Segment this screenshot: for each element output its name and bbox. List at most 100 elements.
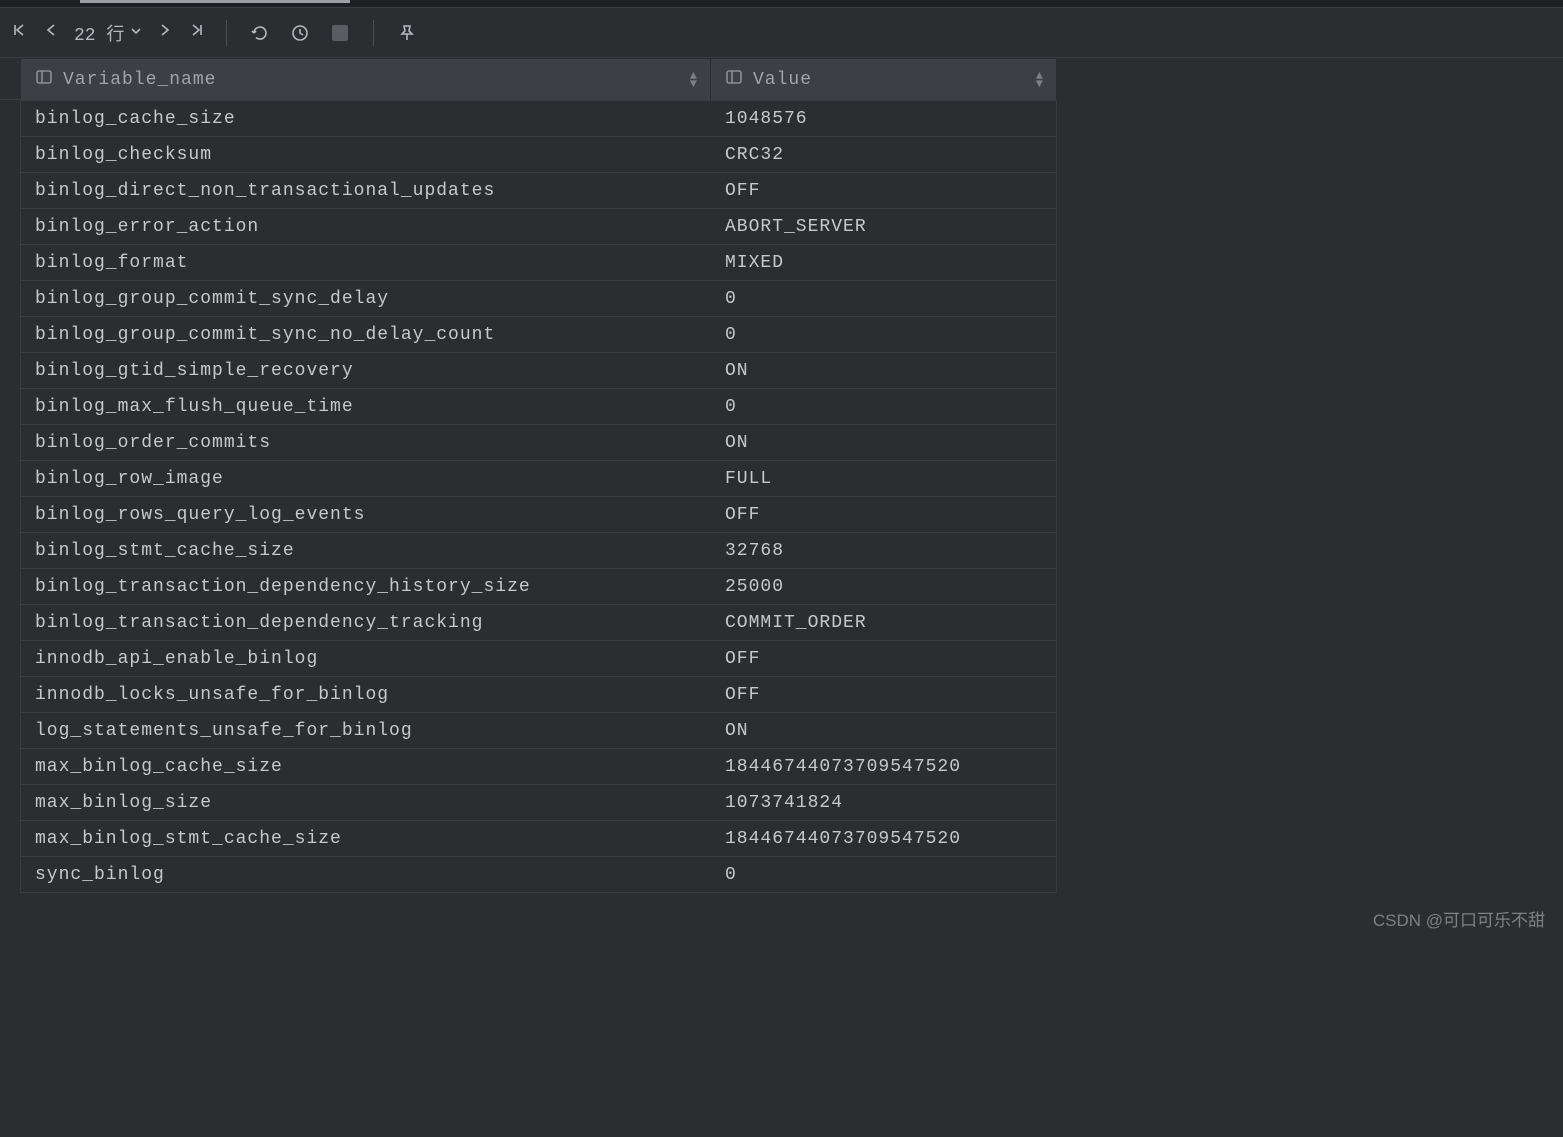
cell-value[interactable]: 0 bbox=[711, 281, 1057, 317]
row-number bbox=[0, 136, 20, 172]
cell-value[interactable]: CRC32 bbox=[711, 137, 1057, 173]
table-row[interactable]: max_binlog_cache_size1844674407370954752… bbox=[21, 749, 1057, 785]
cell-variable-name[interactable]: binlog_group_commit_sync_delay bbox=[21, 281, 711, 317]
cell-variable-name[interactable]: sync_binlog bbox=[21, 857, 711, 893]
cell-value[interactable]: FULL bbox=[711, 461, 1057, 497]
cell-value[interactable]: COMMIT_ORDER bbox=[711, 605, 1057, 641]
cell-variable-name[interactable]: binlog_row_image bbox=[21, 461, 711, 497]
first-page-button[interactable] bbox=[10, 23, 28, 43]
table-row[interactable]: binlog_group_commit_sync_no_delay_count0 bbox=[21, 317, 1057, 353]
sort-indicator-icon: ▲▼ bbox=[1036, 72, 1044, 88]
table-row[interactable]: binlog_group_commit_sync_delay0 bbox=[21, 281, 1057, 317]
next-page-button[interactable] bbox=[156, 23, 174, 43]
cell-value[interactable]: 25000 bbox=[711, 569, 1057, 605]
results-table[interactable]: Variable_name ▲▼ Value ▲▼ binlog_cache_ bbox=[20, 58, 1057, 893]
row-number bbox=[0, 640, 20, 676]
table-row[interactable]: binlog_transaction_dependency_trackingCO… bbox=[21, 605, 1057, 641]
toolbar-separator bbox=[226, 20, 227, 46]
row-number bbox=[0, 496, 20, 532]
row-count-label: 22 行 bbox=[74, 20, 124, 46]
row-number bbox=[0, 532, 20, 568]
table-row[interactable]: binlog_rows_query_log_eventsOFF bbox=[21, 497, 1057, 533]
table-row[interactable]: innodb_api_enable_binlogOFF bbox=[21, 641, 1057, 677]
row-number bbox=[0, 316, 20, 352]
row-number bbox=[0, 172, 20, 208]
table-row[interactable]: binlog_formatMIXED bbox=[21, 245, 1057, 281]
table-row[interactable]: binlog_row_imageFULL bbox=[21, 461, 1057, 497]
table-row[interactable]: binlog_transaction_dependency_history_si… bbox=[21, 569, 1057, 605]
prev-page-button[interactable] bbox=[42, 23, 60, 43]
table-row[interactable]: max_binlog_size1073741824 bbox=[21, 785, 1057, 821]
cell-variable-name[interactable]: binlog_direct_non_transactional_updates bbox=[21, 173, 711, 209]
cell-variable-name[interactable]: max_binlog_stmt_cache_size bbox=[21, 821, 711, 857]
last-page-button[interactable] bbox=[188, 23, 206, 43]
row-number bbox=[0, 460, 20, 496]
cell-variable-name[interactable]: binlog_gtid_simple_recovery bbox=[21, 353, 711, 389]
cell-variable-name[interactable]: binlog_cache_size bbox=[21, 101, 711, 137]
table-row[interactable]: binlog_error_actionABORT_SERVER bbox=[21, 209, 1057, 245]
cell-variable-name[interactable]: binlog_group_commit_sync_no_delay_count bbox=[21, 317, 711, 353]
results-grid: Variable_name ▲▼ Value ▲▼ binlog_cache_ bbox=[0, 58, 1563, 893]
cell-variable-name[interactable]: max_binlog_size bbox=[21, 785, 711, 821]
table-row[interactable]: binlog_stmt_cache_size32768 bbox=[21, 533, 1057, 569]
row-number bbox=[0, 676, 20, 712]
table-row[interactable]: binlog_direct_non_transactional_updatesO… bbox=[21, 173, 1057, 209]
stop-button[interactable] bbox=[327, 20, 353, 46]
table-row[interactable]: binlog_max_flush_queue_time0 bbox=[21, 389, 1057, 425]
cell-variable-name[interactable]: binlog_error_action bbox=[21, 209, 711, 245]
cell-value[interactable]: 18446744073709547520 bbox=[711, 749, 1057, 785]
row-number bbox=[0, 208, 20, 244]
cell-value[interactable]: ON bbox=[711, 713, 1057, 749]
cell-value[interactable]: 0 bbox=[711, 857, 1057, 893]
cell-variable-name[interactable]: binlog_rows_query_log_events bbox=[21, 497, 711, 533]
cell-variable-name[interactable]: innodb_api_enable_binlog bbox=[21, 641, 711, 677]
cell-variable-name[interactable]: log_statements_unsafe_for_binlog bbox=[21, 713, 711, 749]
cell-variable-name[interactable]: binlog_order_commits bbox=[21, 425, 711, 461]
cell-variable-name[interactable]: binlog_stmt_cache_size bbox=[21, 533, 711, 569]
table-row[interactable]: binlog_cache_size1048576 bbox=[21, 101, 1057, 137]
cell-variable-name[interactable]: binlog_format bbox=[21, 245, 711, 281]
cell-variable-name[interactable]: binlog_checksum bbox=[21, 137, 711, 173]
cell-value[interactable]: MIXED bbox=[711, 245, 1057, 281]
pin-button[interactable] bbox=[394, 20, 420, 46]
history-button[interactable] bbox=[287, 20, 313, 46]
row-number bbox=[0, 100, 20, 136]
active-tab-indicator bbox=[80, 0, 350, 3]
table-row[interactable]: sync_binlog0 bbox=[21, 857, 1057, 893]
table-row[interactable]: max_binlog_stmt_cache_size18446744073709… bbox=[21, 821, 1057, 857]
cell-value[interactable]: ON bbox=[711, 353, 1057, 389]
cell-variable-name[interactable]: innodb_locks_unsafe_for_binlog bbox=[21, 677, 711, 713]
row-number bbox=[0, 748, 20, 784]
cell-value[interactable]: OFF bbox=[711, 641, 1057, 677]
column-header-value[interactable]: Value ▲▼ bbox=[711, 59, 1057, 101]
table-row[interactable]: binlog_gtid_simple_recoveryON bbox=[21, 353, 1057, 389]
table-row[interactable]: log_statements_unsafe_for_binlogON bbox=[21, 713, 1057, 749]
row-number bbox=[0, 388, 20, 424]
cell-value[interactable]: OFF bbox=[711, 497, 1057, 533]
cell-value[interactable]: 0 bbox=[711, 317, 1057, 353]
cell-variable-name[interactable]: binlog_transaction_dependency_history_si… bbox=[21, 569, 711, 605]
row-count-dropdown[interactable]: 22 行 bbox=[74, 20, 142, 46]
cell-value[interactable]: OFF bbox=[711, 173, 1057, 209]
cell-value[interactable]: 1073741824 bbox=[711, 785, 1057, 821]
cell-value[interactable]: ON bbox=[711, 425, 1057, 461]
row-number-gutter bbox=[0, 58, 20, 893]
cell-variable-name[interactable]: max_binlog_cache_size bbox=[21, 749, 711, 785]
row-number bbox=[0, 244, 20, 280]
column-header-variable-name[interactable]: Variable_name ▲▼ bbox=[21, 59, 711, 101]
cell-value[interactable]: OFF bbox=[711, 677, 1057, 713]
cell-value[interactable]: 18446744073709547520 bbox=[711, 821, 1057, 857]
cell-variable-name[interactable]: binlog_transaction_dependency_tracking bbox=[21, 605, 711, 641]
toolbar-separator bbox=[373, 20, 374, 46]
table-row[interactable]: innodb_locks_unsafe_for_binlogOFF bbox=[21, 677, 1057, 713]
refresh-button[interactable] bbox=[247, 20, 273, 46]
cell-value[interactable]: 0 bbox=[711, 389, 1057, 425]
cell-value[interactable]: 1048576 bbox=[711, 101, 1057, 137]
cell-value[interactable]: ABORT_SERVER bbox=[711, 209, 1057, 245]
table-row[interactable]: binlog_checksumCRC32 bbox=[21, 137, 1057, 173]
table-row[interactable]: binlog_order_commitsON bbox=[21, 425, 1057, 461]
column-icon bbox=[725, 68, 743, 92]
cell-value[interactable]: 32768 bbox=[711, 533, 1057, 569]
cell-variable-name[interactable]: binlog_max_flush_queue_time bbox=[21, 389, 711, 425]
row-number bbox=[0, 280, 20, 316]
